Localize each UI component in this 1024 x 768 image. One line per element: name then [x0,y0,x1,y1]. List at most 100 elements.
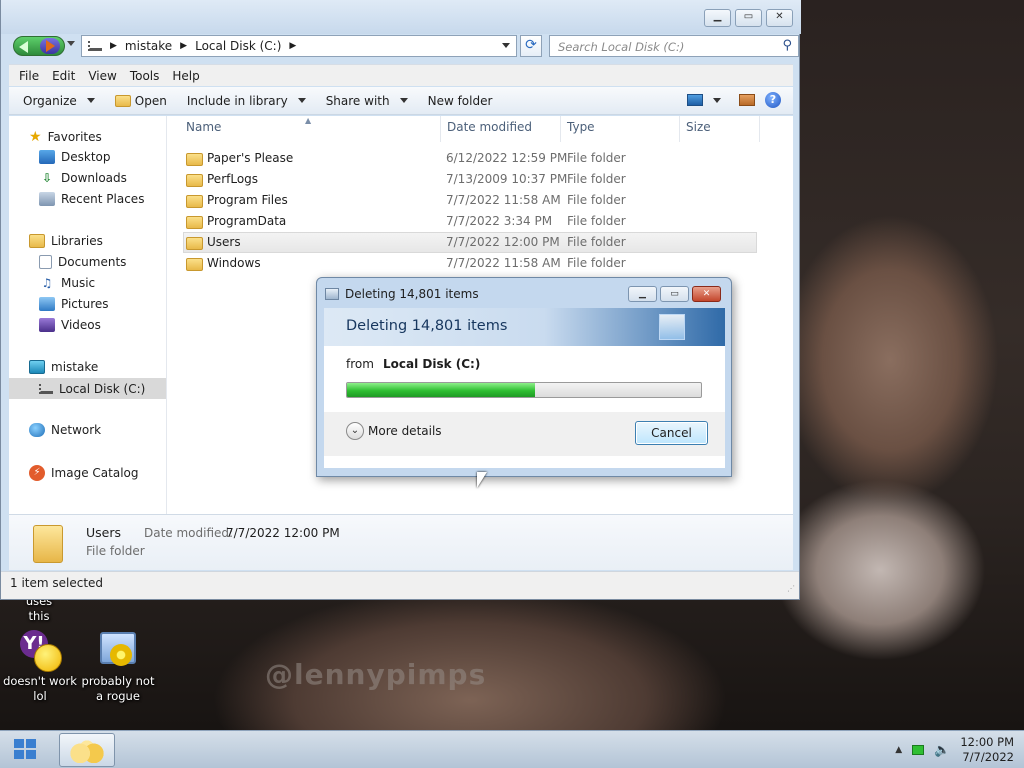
menu-edit[interactable]: Edit [52,69,75,83]
status-text: 1 item selected [10,576,104,590]
new-folder-button[interactable]: New folder [428,94,493,108]
breadcrumb-computer[interactable]: mistake [125,39,172,53]
file-row[interactable]: Windows 7/7/2022 11:58 AM File folder [183,253,757,274]
nav-label: Videos [61,318,101,332]
taskbar-explorer-button[interactable] [59,733,115,767]
resize-grip-icon[interactable]: ⋰ [787,584,795,593]
nav-libraries[interactable]: Libraries [29,234,103,248]
breadcrumb-separator-icon[interactable]: ▶ [110,41,117,51]
row-name: ProgramData [207,214,287,228]
explorer-titlebar[interactable]: ▁ ▭ ✕ [1,0,801,34]
menu-file[interactable]: File [19,69,39,83]
view-options-icon[interactable] [687,94,703,106]
desktop-icon-rogue-label: probably not a rogue [81,674,155,703]
nav-downloads[interactable]: ⇩ Downloads [39,171,127,185]
breadcrumb-separator-icon[interactable]: ▶ [180,41,187,51]
row-date: 7/7/2022 11:58 AM [446,193,561,207]
progress-fill [347,383,535,397]
row-type: File folder [567,193,626,207]
preview-pane-icon[interactable] [739,94,755,106]
nav-image-catalog[interactable]: ⚡ Image Catalog [29,465,138,481]
nav-pictures[interactable]: Pictures [39,297,109,311]
row-date: 6/12/2022 12:59 PM [446,151,568,165]
folder-icon [186,216,203,229]
command-bar: Organize Open Include in library Share w… [9,87,793,115]
file-row[interactable]: PerfLogs 7/13/2009 10:37 PM File folder [183,169,757,190]
nav-label: Image Catalog [51,466,139,480]
file-row-selected[interactable]: Users 7/7/2022 12:00 PM File folder [183,232,757,253]
minimize-button[interactable]: ▁ [704,9,731,27]
share-with-button[interactable]: Share with [326,94,408,108]
file-row[interactable]: ProgramData 7/7/2022 3:34 PM File folder [183,211,757,232]
menu-view[interactable]: View [88,69,116,83]
menu-tools[interactable]: Tools [130,69,160,83]
nav-favorites[interactable]: ★ Favorites [29,129,102,145]
include-in-library-button[interactable]: Include in library [187,94,306,108]
hard-drive-icon [39,383,53,394]
nav-local-disk[interactable]: Local Disk (C:) [9,378,166,399]
chevron-down-icon[interactable] [713,97,721,103]
nav-label: Local Disk (C:) [59,381,146,396]
nav-music[interactable]: ♫ Music [39,276,96,290]
nav-documents[interactable]: Documents [39,255,126,269]
search-input[interactable]: Search Local Disk (C:) ⚲ [549,35,799,57]
dialog-minimize-button[interactable]: ▁ [628,286,657,302]
close-icon: ✕ [775,11,784,22]
dialog-close-button[interactable]: ✕ [692,286,721,302]
close-button[interactable]: ✕ [766,9,793,27]
folder-icon [186,237,203,250]
pictures-icon [39,297,55,311]
desktop-icon [39,150,55,164]
network-status-icon[interactable] [912,745,925,755]
details-pane: Users Date modified: 7/7/2022 12:00 PM F… [9,514,793,570]
column-size[interactable]: Size [686,120,711,134]
music-note-icon: ♫ [41,276,53,290]
folder-icon [186,174,203,187]
desktop-icon-rogue[interactable]: probably not a rogue [78,630,158,704]
nav-label: Pictures [61,297,109,311]
file-row[interactable]: Paper's Please 6/12/2022 12:59 PM File fol… [183,148,757,169]
nav-videos[interactable]: Videos [39,318,101,332]
breadcrumb-separator-icon[interactable]: ▶ [289,41,296,51]
open-folder-icon [114,94,131,107]
column-type[interactable]: Type [567,120,595,134]
help-icon[interactable]: ? [765,92,781,108]
forward-arrow-icon[interactable] [40,38,60,54]
volume-icon[interactable]: 🔈 [934,743,950,758]
refresh-button[interactable]: ⟳ [520,35,542,57]
dialog-titlebar[interactable]: Deleting 14,801 items [325,287,479,301]
nav-desktop[interactable]: Desktop [39,150,111,164]
nav-computer[interactable]: mistake [29,360,98,374]
nav-recent-places[interactable]: Recent Places [39,192,144,206]
open-button[interactable]: Open [114,94,167,108]
cancel-button[interactable]: Cancel [635,421,708,445]
recycle-icon [325,288,339,300]
show-hidden-icons-icon[interactable]: ▲ [895,745,902,755]
watermark-text: @lennypimps [265,658,487,691]
dialog-body: from Local Disk (C:) [324,346,725,412]
more-details-button[interactable]: ⌄ More details [346,422,442,440]
back-arrow-icon[interactable] [19,41,28,53]
delete-progress-dialog: Deleting 14,801 items ▁ ▭ ✕ Deleting 14,… [316,277,732,477]
maximize-button[interactable]: ▭ [735,9,762,27]
nav-network[interactable]: Network [29,423,101,437]
address-bar[interactable]: ▶ mistake ▶ Local Disk (C:) ▶ [81,35,517,57]
search-icon[interactable]: ⚲ [782,38,792,53]
row-name: Users [207,235,241,249]
row-name: Windows [207,256,261,270]
file-row[interactable]: Program Files 7/7/2022 11:58 AM File folde… [183,190,757,211]
dialog-maximize-button[interactable]: ▭ [660,286,689,302]
start-button[interactable] [14,739,38,761]
address-dropdown-icon[interactable] [502,43,510,48]
gear-program-icon [96,630,140,674]
recent-pages-dropdown-icon[interactable] [67,41,75,46]
menu-help[interactable]: Help [172,69,199,83]
breadcrumb-local-disk[interactable]: Local Disk (C:) [195,39,281,53]
clock[interactable]: 12:00 PM 7/7/2022 [960,735,1014,765]
column-name[interactable]: Name [186,120,221,134]
back-forward-buttons[interactable] [13,36,65,56]
column-date-modified[interactable]: Date modified [447,120,532,134]
desktop-icon-yahoo[interactable]: Y! doesn't work lol [0,630,80,704]
share-label: Share with [325,93,390,108]
organize-button[interactable]: Organize [23,94,95,108]
